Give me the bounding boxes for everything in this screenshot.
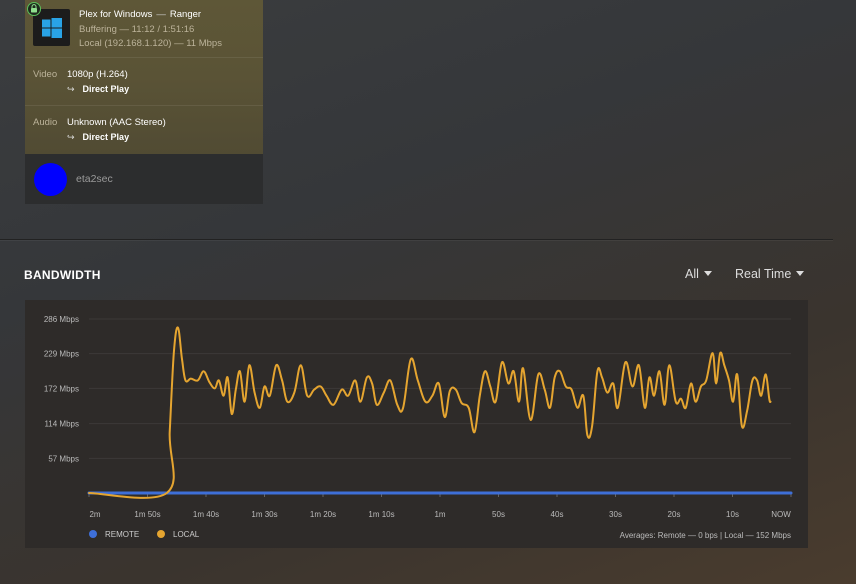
legend-remote[interactable]: REMOTE <box>89 530 139 539</box>
bandwidth-averages: Averages: Remote — 0 bps | Local — 152 M… <box>619 531 791 540</box>
bandwidth-chart: 286 Mbps 229 Mbps 172 Mbps 114 Mbps 57 Mbps 2… <box>25 300 808 548</box>
y-tick-label: 114 Mbps <box>44 420 79 429</box>
caret-down-icon <box>796 271 805 276</box>
time-range-dropdown[interactable]: Real Time <box>735 267 805 281</box>
audio-value: Unknown (AAC Stereo) <box>67 117 166 128</box>
decision-arrow-icon: ↪ <box>67 132 75 142</box>
video-value: 1080p (H.264) <box>67 69 128 80</box>
x-tick-label: 30s <box>609 510 622 519</box>
lock-icon <box>31 4 37 13</box>
divider <box>25 105 263 106</box>
x-tick-label: 20s <box>668 510 681 519</box>
secure-connection-badge <box>27 2 41 16</box>
video-label: Video <box>33 69 58 80</box>
x-tick-label: NOW <box>771 510 791 519</box>
filter-dropdown-label: All <box>685 267 699 281</box>
legend-local-label: LOCAL <box>173 530 200 539</box>
connection-info: Local (192.168.1.120) — 11 Mbps <box>79 38 222 49</box>
avatar[interactable] <box>34 163 67 196</box>
app-name: Plex for Windows <box>79 9 153 20</box>
x-tick-label: 40s <box>551 510 564 519</box>
audio-decision: ↪ Direct Play <box>67 132 129 143</box>
filter-dropdown[interactable]: All <box>685 267 712 281</box>
series-line-local <box>88 326 772 499</box>
x-tick-label: 1m 50s <box>134 510 160 519</box>
section-divider <box>0 239 833 240</box>
legend-local[interactable]: LOCAL <box>157 530 199 539</box>
x-tick-label: 1m 10s <box>368 510 394 519</box>
username[interactable]: eta2sec <box>76 173 113 185</box>
video-decision: ↪ Direct Play <box>67 84 129 95</box>
y-tick-label: 286 Mbps <box>44 315 79 324</box>
x-tick-label: 2m <box>89 510 100 519</box>
title-separator: — <box>156 9 166 20</box>
x-tick-label: 10s <box>726 510 739 519</box>
x-tick-label: 50s <box>492 510 505 519</box>
player-name: Ranger <box>169 9 202 20</box>
x-tick-label: 1m 30s <box>251 510 277 519</box>
session-info: Plex for Windows — Ranger Buffering — 11:1… <box>25 0 263 154</box>
audio-decision-text: Direct Play <box>82 132 130 142</box>
section-title: BANDWIDTH <box>24 268 101 282</box>
y-tick-label: 172 Mbps <box>44 384 79 393</box>
legend-remote-label: REMOTE <box>105 530 140 539</box>
divider <box>25 57 263 58</box>
x-tick-label: 1m 40s <box>193 510 219 519</box>
caret-down-icon <box>703 271 712 276</box>
session-user[interactable]: eta2sec <box>25 154 263 204</box>
audio-label: Audio <box>33 117 58 128</box>
decision-arrow-icon: ↪ <box>67 84 75 94</box>
x-tick-label: 1m 20s <box>310 510 336 519</box>
windows-icon <box>42 18 62 38</box>
y-tick-label: 57 Mbps <box>48 454 79 463</box>
video-decision-text: Direct Play <box>82 84 130 94</box>
session-title: Plex for Windows — Ranger <box>79 9 201 20</box>
session-card[interactable]: Plex for Windows — Ranger Buffering — 11:1… <box>25 0 263 204</box>
x-tick-label: 1m <box>434 510 445 519</box>
time-range-dropdown-label: Real Time <box>735 267 792 281</box>
y-tick-label: 229 Mbps <box>44 350 79 359</box>
app-poster <box>33 9 70 46</box>
legend-remote-swatch <box>89 530 97 538</box>
bandwidth-chart-svg: 286 Mbps 229 Mbps 172 Mbps 114 Mbps 57 Mbps 2… <box>44 315 793 519</box>
legend-local-swatch <box>157 530 165 538</box>
playback-state: Buffering — 11:12 / 1:51:16 <box>79 24 195 35</box>
